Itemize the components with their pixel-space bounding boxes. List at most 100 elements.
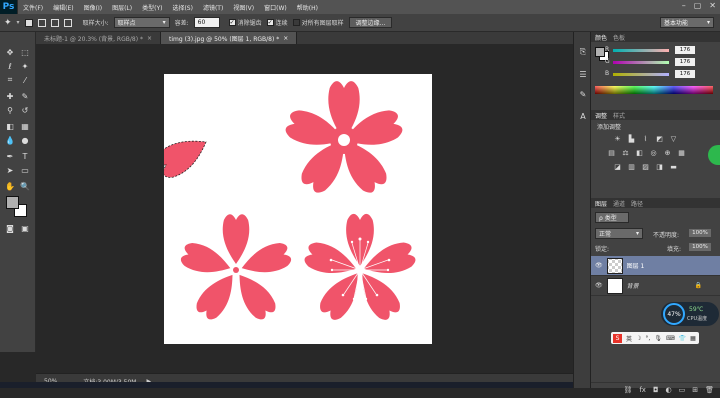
history-brush-tool-icon[interactable]: ↺	[19, 104, 31, 116]
opacity-value[interactable]: 100%	[689, 229, 711, 237]
posterize-icon[interactable]: ▥	[627, 162, 636, 171]
eraser-tool-icon[interactable]: ◧	[4, 120, 16, 132]
brush-tool-icon[interactable]: ✎	[19, 90, 31, 102]
maximize-button[interactable]: ▢	[694, 1, 702, 10]
color-balance-icon[interactable]: ⚖	[621, 148, 630, 157]
magic-wand-icon[interactable]: ✦	[4, 18, 12, 28]
grid-icon[interactable]: ▦	[690, 335, 696, 342]
tab-timg[interactable]: timg (3).jpg @ 50% (图层 1, RGB/8) * ×	[160, 32, 298, 44]
cpu-widget[interactable]: 47% 59℃ CPU温度	[661, 302, 719, 326]
menu-select[interactable]: 选择(S)	[167, 3, 198, 12]
visibility-eye-icon[interactable]: 👁	[595, 282, 603, 289]
magic-wand-tool-icon[interactable]: ✦	[19, 60, 31, 72]
menu-filter[interactable]: 滤镜(T)	[198, 3, 228, 12]
trash-icon[interactable]: 🗑	[705, 386, 714, 394]
channel-b-value[interactable]: 176	[675, 70, 695, 78]
brightness-icon[interactable]: ☀	[613, 134, 622, 143]
add-selection-icon[interactable]	[37, 18, 46, 27]
keyboard-icon[interactable]: ⌨	[666, 335, 675, 342]
ime-toolbar[interactable]: S 英 ☽ °, 🎙 ⌨ 👕 ▦	[611, 332, 699, 344]
color-lookup-icon[interactable]: ▦	[677, 148, 686, 157]
ime-language[interactable]: 英	[626, 334, 632, 343]
gradient-map-icon[interactable]: ▬	[669, 162, 678, 171]
group-folder-icon[interactable]: ▭	[679, 386, 686, 394]
shape-tool-icon[interactable]: ▭	[19, 164, 31, 176]
eyedropper-tool-icon[interactable]: ⁄	[19, 74, 31, 86]
tab-channels[interactable]: 通道	[613, 199, 625, 208]
antialias-checkbox[interactable]: ✓ 消除锯齿	[228, 18, 262, 27]
photo-filter-icon[interactable]: ◎	[649, 148, 658, 157]
workspace-select[interactable]: 基本功能 ▾	[660, 17, 714, 28]
pen-tool-icon[interactable]: ✒	[4, 150, 16, 162]
close-icon[interactable]: ×	[147, 35, 152, 42]
menu-layer[interactable]: 图层(L)	[107, 3, 137, 12]
punctuation-icon[interactable]: °,	[645, 335, 650, 342]
tool-preset-dropdown-icon[interactable]: ▾	[17, 19, 20, 26]
skin-icon[interactable]: 👕	[679, 335, 686, 342]
healing-brush-tool-icon[interactable]: ✚	[4, 90, 16, 102]
channel-r-value[interactable]: 176	[675, 46, 695, 54]
blend-mode-select[interactable]: 正常 ▾	[595, 228, 643, 239]
add-mask-icon[interactable]: ◘	[653, 386, 659, 394]
sample-all-checkbox[interactable]: 对所有图层取样	[292, 18, 344, 27]
minimize-button[interactable]: –	[682, 1, 686, 10]
menu-edit[interactable]: 编辑(E)	[48, 3, 78, 12]
type-tool-icon[interactable]: T	[19, 150, 31, 162]
history-panel-icon[interactable]: ⎘	[577, 46, 589, 58]
blur-tool-icon[interactable]: 💧	[4, 134, 16, 146]
hand-tool-icon[interactable]: ✋	[4, 180, 16, 192]
hue-saturation-icon[interactable]: ▤	[607, 148, 616, 157]
marquee-tool-icon[interactable]: ⬚	[19, 46, 31, 58]
tab-color[interactable]: 颜色	[595, 33, 607, 42]
tab-adjustments[interactable]: 调整	[595, 111, 607, 120]
tab-swatches[interactable]: 色板	[613, 33, 625, 42]
close-icon[interactable]: ×	[283, 35, 288, 42]
channel-mixer-icon[interactable]: ⊕	[663, 148, 672, 157]
new-selection-icon[interactable]	[24, 18, 33, 27]
contiguous-checkbox[interactable]: ✓ 连续	[266, 18, 288, 27]
tab-untitled[interactable]: 未标题-1 @ 20.3% (背景, RGB/8) * ×	[36, 32, 161, 44]
layer-row[interactable]: 👁 背景 🔒	[591, 276, 720, 296]
layer-row[interactable]: 👁 图层 1	[591, 256, 720, 276]
channel-b-slider[interactable]	[613, 73, 669, 76]
lasso-tool-icon[interactable]: ℓ	[4, 60, 16, 72]
tab-styles[interactable]: 样式	[613, 111, 625, 120]
close-button[interactable]: ✕	[709, 1, 716, 10]
menu-help[interactable]: 帮助(H)	[292, 3, 323, 12]
adjustment-layer-icon[interactable]: ◐	[666, 386, 672, 394]
path-selection-tool-icon[interactable]: ➤	[4, 164, 16, 176]
menu-window[interactable]: 窗口(W)	[259, 3, 292, 12]
layer-kind-filter[interactable]: ρ 类型	[595, 212, 629, 223]
foreground-color-swatch[interactable]	[6, 196, 19, 209]
menu-type[interactable]: 类型(Y)	[137, 3, 167, 12]
moon-icon[interactable]: ☽	[636, 335, 641, 342]
sample-size-select[interactable]: 取样点 ▾	[113, 17, 170, 28]
refine-edge-button[interactable]: 调整边缘...	[348, 17, 393, 28]
tolerance-input[interactable]: 60	[193, 17, 220, 28]
levels-icon[interactable]: ▙	[627, 134, 636, 143]
dodge-tool-icon[interactable]: ●	[19, 134, 31, 146]
exposure-icon[interactable]: ◩	[655, 134, 664, 143]
curves-icon[interactable]: ⌇	[641, 134, 650, 143]
channel-r-slider[interactable]	[613, 49, 669, 52]
tab-layers[interactable]: 图层	[595, 199, 607, 208]
clone-stamp-tool-icon[interactable]: ⚲	[4, 104, 16, 116]
crop-tool-icon[interactable]: ⌗	[4, 74, 16, 86]
fill-value[interactable]: 100%	[689, 243, 711, 251]
intersect-selection-icon[interactable]	[63, 18, 72, 27]
visibility-eye-icon[interactable]: 👁	[595, 262, 603, 269]
mic-icon[interactable]: 🎙	[654, 335, 662, 342]
brush-panel-icon[interactable]: ✎	[577, 88, 589, 100]
tab-paths[interactable]: 路径	[631, 199, 643, 208]
screen-mode-icon[interactable]: ▣	[19, 222, 31, 234]
black-white-icon[interactable]: ◧	[635, 148, 644, 157]
gradient-tool-icon[interactable]: ▦	[19, 120, 31, 132]
menu-file[interactable]: 文件(F)	[18, 3, 48, 12]
vibrance-icon[interactable]: ▽	[669, 134, 678, 143]
menu-view[interactable]: 视图(V)	[228, 3, 259, 12]
move-tool-icon[interactable]: ✥	[4, 46, 16, 58]
zoom-tool-icon[interactable]: 🔍	[19, 180, 31, 192]
fx-icon[interactable]: fx	[639, 386, 646, 394]
properties-panel-icon[interactable]: ☰	[577, 68, 589, 80]
subtract-selection-icon[interactable]	[50, 18, 59, 27]
